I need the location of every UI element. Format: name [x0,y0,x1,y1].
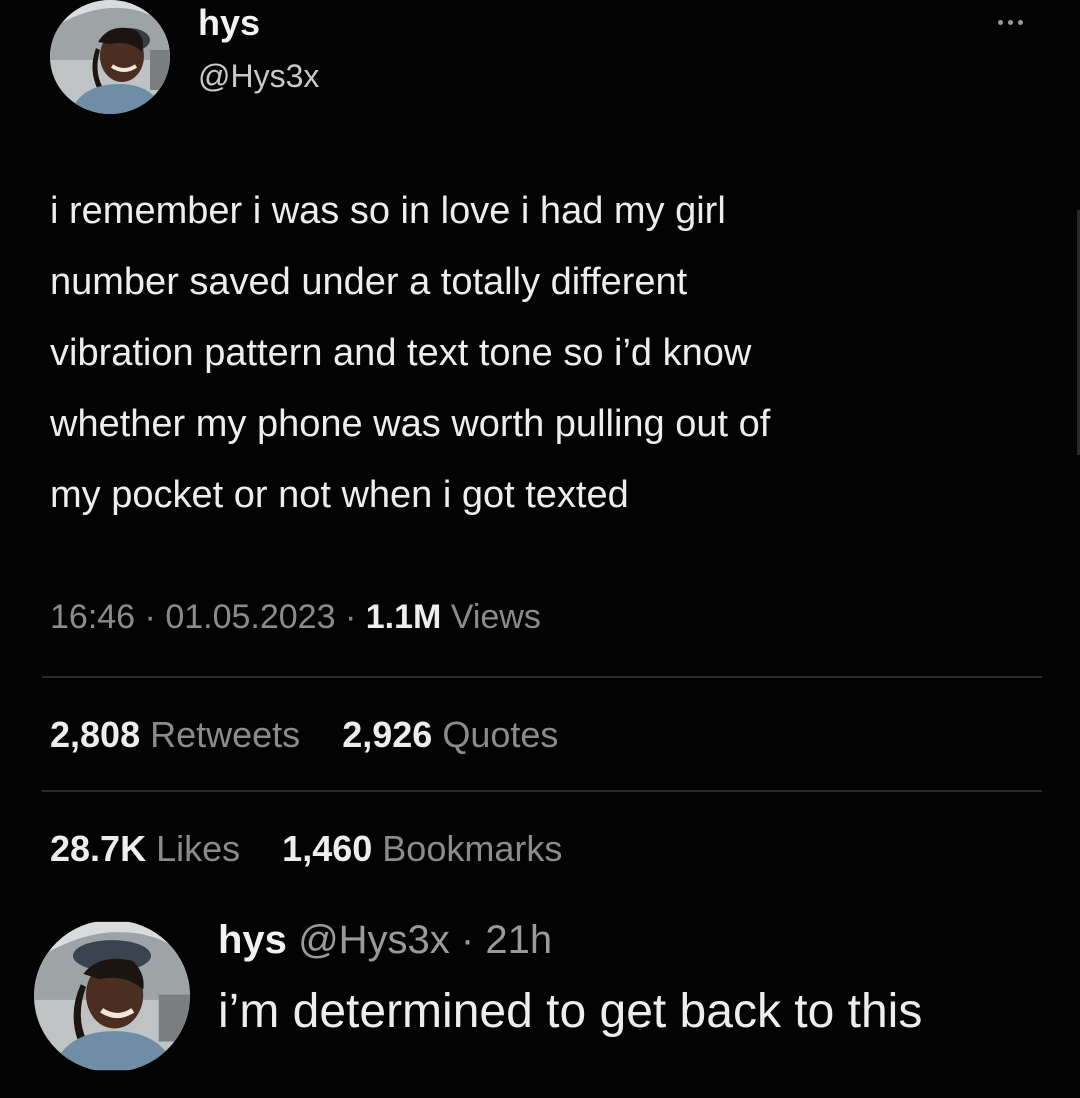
separator-dot: · [144,598,166,636]
retweets-count: 2,808 [50,714,141,755]
divider [42,676,1042,678]
reply-text: i’m determined to get back to this [218,985,923,1038]
reply-author-avatar[interactable] [34,920,190,1072]
tweet-time[interactable]: 16:46 [50,598,135,636]
stats-row-engagement: 28.7K Likes 1,460 Bookmarks [50,828,562,870]
separator-dot: · [449,918,486,962]
bookmarks-count: 1,460 [282,828,373,869]
likes-count: 28.7K [50,828,147,869]
tweet-text: i remember i was so in love i had my gir… [50,176,1050,531]
quotes-count: 2,926 [342,714,433,755]
author-avatar[interactable] [50,0,170,114]
tweet-text-line: vibration pattern and text tone so i’d k… [50,332,752,374]
reply-age[interactable]: 21h [485,918,552,962]
reply-author-handle[interactable]: @Hys3x [298,918,450,962]
reply-author-name[interactable]: hys [218,918,287,962]
views-count: 1.1M [365,598,442,636]
tweet-text-line: number saved under a totally different [50,261,688,303]
separator-dot: · [344,598,366,636]
stats-row-shares: 2,808 Retweets 2,926 Quotes [50,714,558,756]
author-handle[interactable]: @Hys3x [198,58,319,95]
tweet-text-line: i remember i was so in love i had my gir… [50,190,726,232]
bookmarks-stat[interactable]: 1,460 Bookmarks [282,828,562,869]
tweet-screenshot: hys @Hys3x i remember i was so in love i… [0,0,1080,1098]
retweets-label: Retweets [150,714,301,755]
more-horizontal-icon[interactable] [998,14,1038,30]
likes-stat[interactable]: 28.7K Likes [50,828,250,869]
likes-label: Likes [156,828,241,869]
author-name[interactable]: hys [198,2,260,44]
tweet-text-line: whether my phone was worth pulling out o… [50,403,771,445]
tweet-date[interactable]: 01.05.2023 [165,598,335,636]
tweet-meta: 16:46 · 01.05.2023 · 1.1M Views [50,598,541,637]
divider [42,790,1042,792]
bookmarks-label: Bookmarks [382,828,563,869]
avatar-photo-icon [50,0,170,114]
retweets-stat[interactable]: 2,808 Retweets [50,714,310,755]
tweet-text-line: my pocket or not when i got texted [50,474,629,516]
views-label: Views [450,598,541,636]
quotes-stat[interactable]: 2,926 Quotes [342,714,558,755]
reply-header: hys @Hys3x · 21h [218,918,552,963]
avatar-photo-icon [34,921,190,1071]
quotes-label: Quotes [442,714,559,755]
